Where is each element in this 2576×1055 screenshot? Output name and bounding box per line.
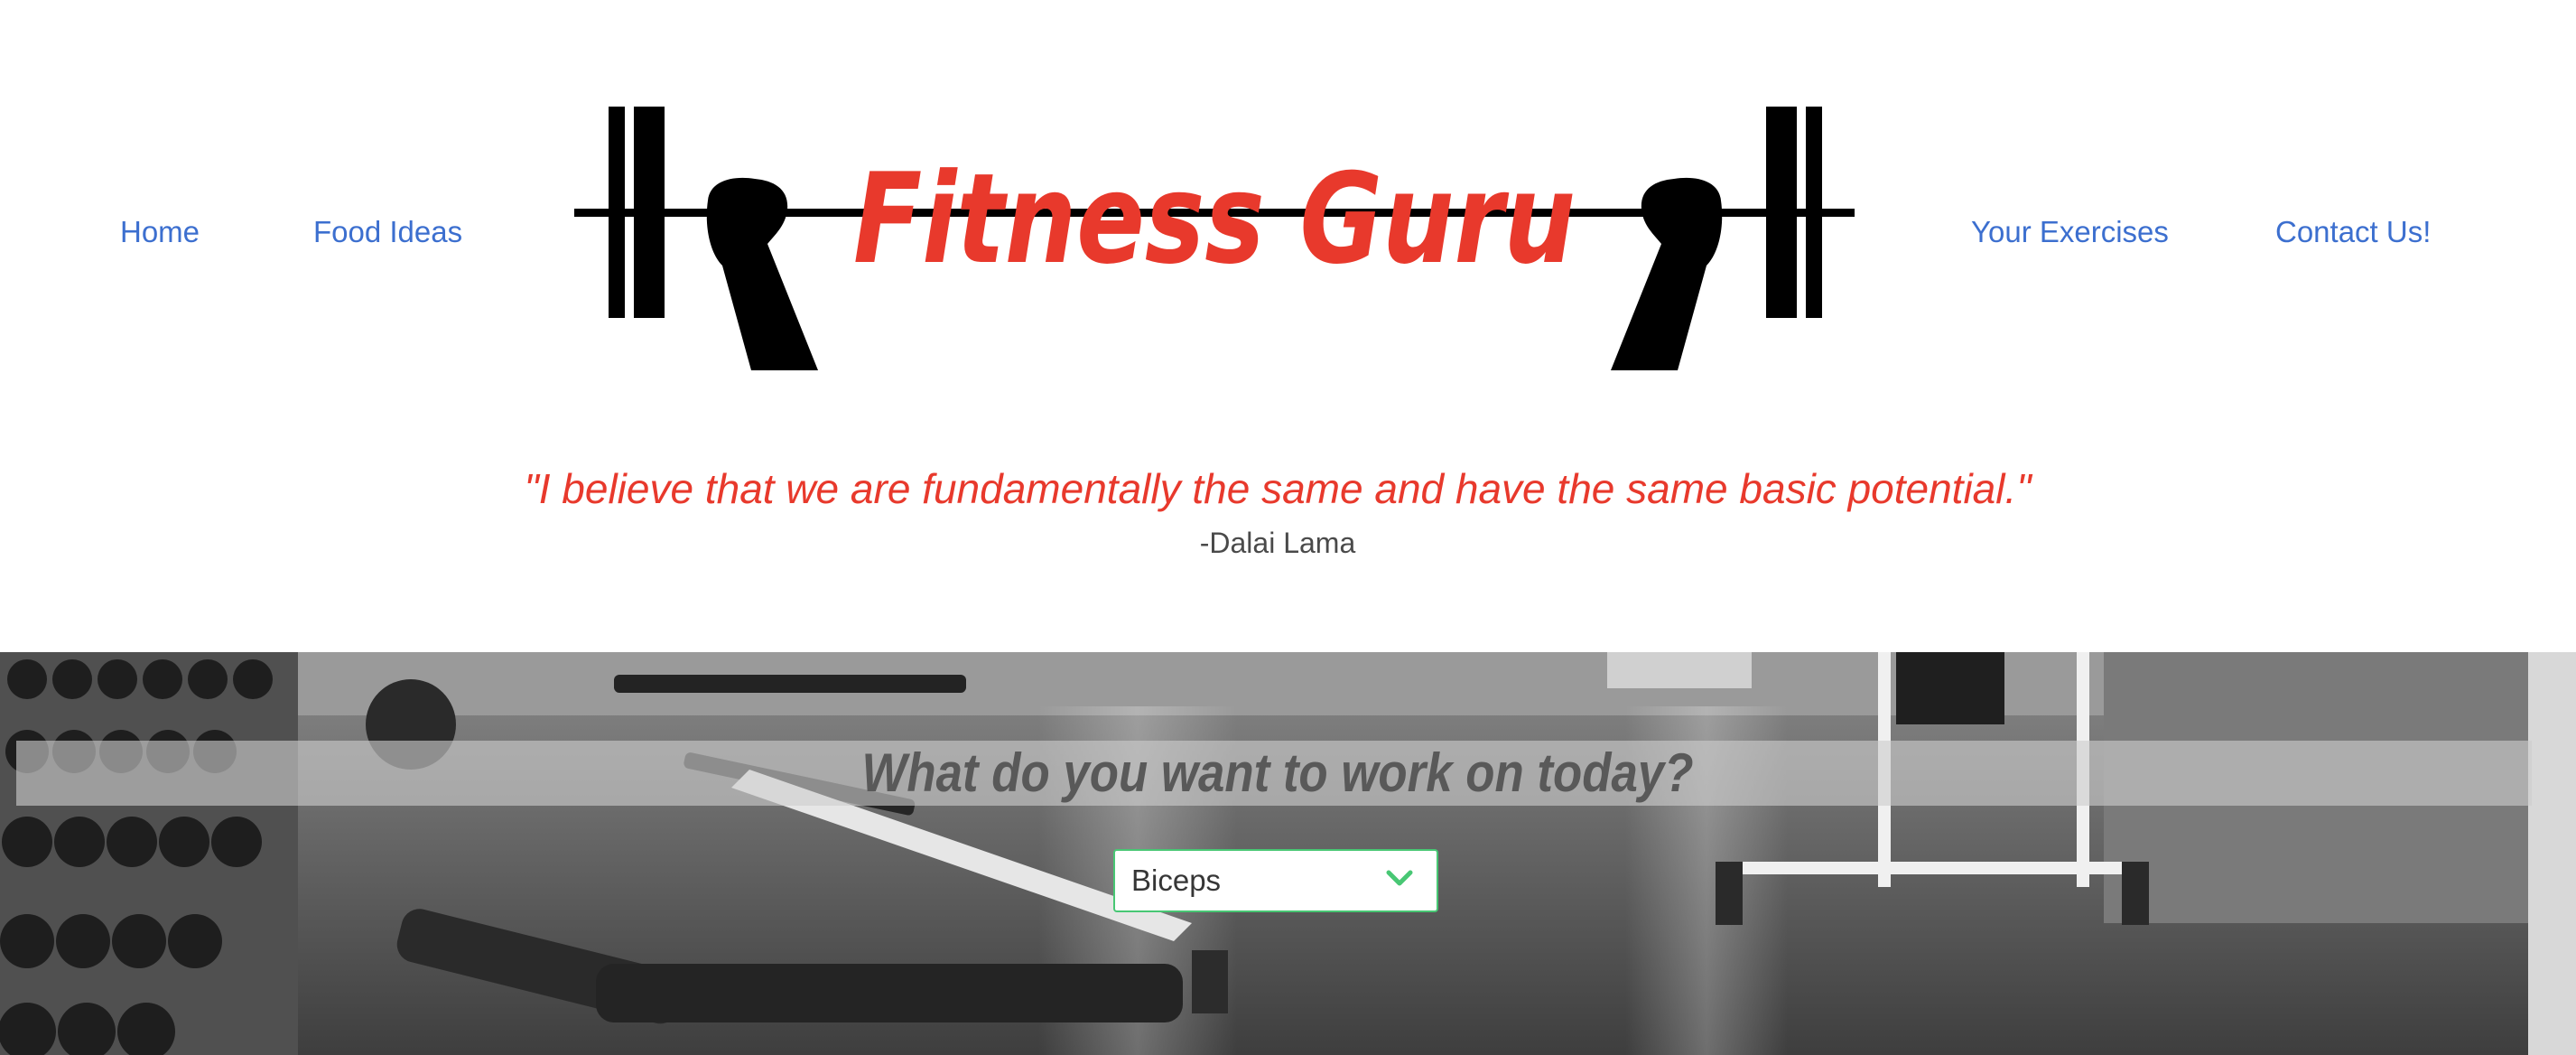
nav-your-exercises-link[interactable]: Your Exercises <box>1971 215 2169 249</box>
hero-heading: What do you want to work on today? <box>861 742 1694 803</box>
muscle-group-select[interactable]: Biceps <box>1113 849 1438 912</box>
barbell-fists-logo-icon: Fitness Guru <box>574 107 1855 370</box>
nav-home-link[interactable]: Home <box>120 215 200 249</box>
site-header: Home Food Ideas Fitness Guru Your Exerci… <box>0 0 2576 397</box>
page: Home Food Ideas Fitness Guru Your Exerci… <box>0 0 2576 1055</box>
quote-author: -Dalai Lama <box>1199 527 1356 559</box>
nav-food-ideas-link[interactable]: Food Ideas <box>313 215 462 249</box>
nav-contact-us-link[interactable]: Contact Us! <box>2275 215 2431 249</box>
svg-text:Fitness Guru: Fitness Guru <box>853 146 1576 292</box>
chevron-down-icon <box>1386 870 1413 886</box>
quote-text: "I believe that we are fundamentally the… <box>524 465 2032 512</box>
fitness-guru-logo[interactable]: Fitness Guru <box>574 99 1855 375</box>
hero-section: What do you want to work on today? Bicep… <box>0 652 2576 1055</box>
muscle-group-selected-value: Biceps <box>1131 864 1222 897</box>
